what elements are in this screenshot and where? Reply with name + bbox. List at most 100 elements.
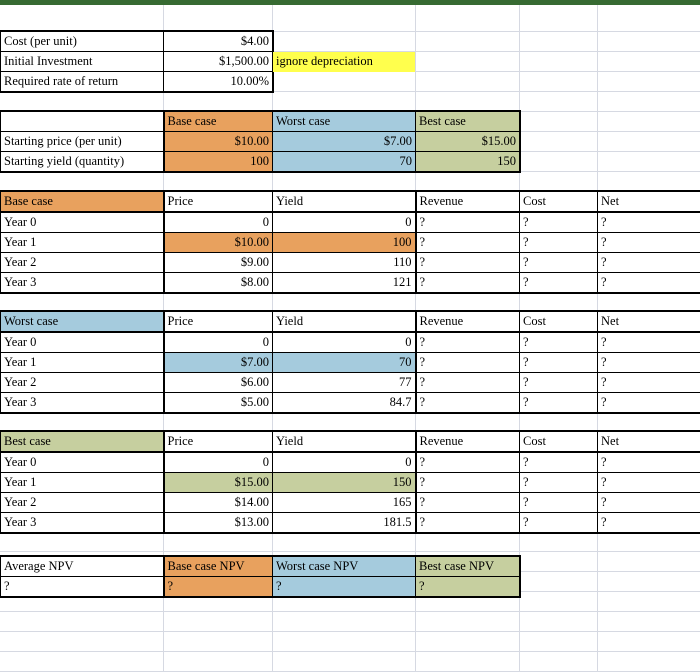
base-price-year0[interactable]: 0: [162, 211, 273, 233]
worst-yield-year1[interactable]: 70: [272, 352, 416, 373]
base-yield-year3[interactable]: 121: [272, 272, 416, 293]
worst-revenue-year3[interactable]: ?: [414, 392, 520, 413]
column-header-yield: Yield: [272, 311, 416, 333]
column-header-net: Net: [597, 191, 700, 213]
best-revenue-year0[interactable]: ?: [414, 451, 520, 473]
table-row: Year 2 $14.00 165 ? ? ?: [0, 492, 700, 513]
npv-value-average[interactable]: ?: [0, 576, 164, 597]
base-revenue-year0[interactable]: ?: [414, 211, 520, 233]
best-yield-year1[interactable]: 150: [272, 472, 416, 493]
worst-net-year2[interactable]: ?: [597, 372, 700, 393]
scenario-best-starting-yield[interactable]: 150: [415, 151, 520, 172]
worst-cost-year0[interactable]: ?: [519, 331, 598, 353]
base-cost-year3[interactable]: ?: [519, 272, 598, 293]
worst-yield-year2[interactable]: 77: [272, 372, 416, 393]
base-price-year3[interactable]: $8.00: [162, 272, 273, 293]
scenario-base-starting-price[interactable]: $10.00: [162, 131, 273, 152]
worst-price-year0[interactable]: 0: [162, 331, 273, 353]
base-row-label-year2: Year 2: [0, 252, 164, 273]
worst-cost-year2[interactable]: ?: [519, 372, 598, 393]
best-net-year3[interactable]: ?: [597, 512, 700, 533]
base-revenue-year1[interactable]: ?: [414, 232, 520, 253]
base-net-year3[interactable]: ?: [597, 272, 700, 293]
best-net-year0[interactable]: ?: [597, 451, 700, 473]
best-price-year1[interactable]: $15.00: [162, 472, 273, 493]
base-net-year0[interactable]: ?: [597, 211, 700, 233]
best-row-label-year1: Year 1: [0, 472, 164, 493]
scenario-worst-starting-price[interactable]: $7.00: [272, 131, 416, 152]
npv-header-best: Best case NPV: [415, 556, 520, 577]
worst-revenue-year1[interactable]: ?: [414, 352, 520, 373]
best-yield-year2[interactable]: 165: [272, 492, 416, 513]
worst-row-label-year0: Year 0: [0, 331, 164, 353]
best-net-year2[interactable]: ?: [597, 492, 700, 513]
scenario-header-base: Base case: [162, 111, 273, 132]
worst-yield-year0[interactable]: 0: [272, 331, 416, 353]
npv-value-worst[interactable]: ?: [272, 576, 416, 597]
worst-revenue-year0[interactable]: ?: [414, 331, 520, 353]
best-yield-year0[interactable]: 0: [272, 451, 416, 473]
assumption-value-initial-investment[interactable]: $1,500.00: [163, 51, 273, 72]
base-cost-year1[interactable]: ?: [519, 232, 598, 253]
assumption-value-cost[interactable]: $4.00: [163, 31, 273, 52]
scenario-inputs-table: Base case Worst case Best case Starting …: [0, 110, 521, 173]
best-price-year2[interactable]: $14.00: [162, 492, 273, 513]
worst-net-year0[interactable]: ?: [597, 331, 700, 353]
best-price-year0[interactable]: 0: [162, 451, 273, 473]
scenario-label-starting-price: Starting price (per unit): [0, 131, 164, 152]
column-header-price: Price: [162, 311, 273, 333]
worst-revenue-year2[interactable]: ?: [414, 372, 520, 393]
best-cost-year2[interactable]: ?: [519, 492, 598, 513]
npv-value-base[interactable]: ?: [162, 576, 273, 597]
npv-value-best[interactable]: ?: [415, 576, 520, 597]
column-header-cost: Cost: [519, 191, 598, 213]
best-revenue-year3[interactable]: ?: [414, 512, 520, 533]
base-cost-year2[interactable]: ?: [519, 252, 598, 273]
scenario-header-blank: [0, 111, 164, 132]
column-header-cost: Cost: [519, 311, 598, 333]
table-row: Year 0 0 0 ? ? ?: [0, 451, 700, 473]
worst-price-year3[interactable]: $5.00: [162, 392, 273, 413]
table-row: Year 2 $6.00 77 ? ? ?: [0, 372, 700, 393]
base-revenue-year3[interactable]: ?: [414, 272, 520, 293]
best-net-year1[interactable]: ?: [597, 472, 700, 493]
column-header-revenue: Revenue: [414, 431, 520, 453]
best-revenue-year2[interactable]: ?: [414, 492, 520, 513]
best-yield-year3[interactable]: 181.5: [272, 512, 416, 533]
base-case-title: Base case: [0, 191, 164, 213]
best-price-year3[interactable]: $13.00: [162, 512, 273, 533]
worst-price-year1[interactable]: $7.00: [162, 352, 273, 373]
table-row: Cost (per unit) $4.00: [0, 31, 273, 52]
table-row: Year 0 0 0 ? ? ?: [0, 211, 700, 233]
assumptions-table: Cost (per unit) $4.00 Initial Investment…: [0, 30, 274, 93]
worst-row-label-year2: Year 2: [0, 372, 164, 393]
worst-net-year1[interactable]: ?: [597, 352, 700, 373]
base-cost-year0[interactable]: ?: [519, 211, 598, 233]
assumption-value-required-rate[interactable]: 10.00%: [163, 71, 273, 92]
table-header-row: Average NPV Base case NPV Worst case NPV…: [0, 556, 520, 577]
base-price-year2[interactable]: $9.00: [162, 252, 273, 273]
best-row-label-year0: Year 0: [0, 451, 164, 473]
base-net-year1[interactable]: ?: [597, 232, 700, 253]
base-net-year2[interactable]: ?: [597, 252, 700, 273]
base-yield-year1[interactable]: 100: [272, 232, 416, 253]
column-header-net: Net: [597, 311, 700, 333]
base-yield-year0[interactable]: 0: [272, 211, 416, 233]
worst-yield-year3[interactable]: 84.7: [272, 392, 416, 413]
scenario-best-starting-price[interactable]: $15.00: [415, 131, 520, 152]
best-cost-year3[interactable]: ?: [519, 512, 598, 533]
table-row: Year 1 $7.00 70 ? ? ?: [0, 352, 700, 373]
scenario-worst-starting-yield[interactable]: 70: [272, 151, 416, 172]
worst-net-year3[interactable]: ?: [597, 392, 700, 413]
worst-cost-year1[interactable]: ?: [519, 352, 598, 373]
base-yield-year2[interactable]: 110: [272, 252, 416, 273]
best-cost-year0[interactable]: ?: [519, 451, 598, 473]
worst-price-year2[interactable]: $6.00: [162, 372, 273, 393]
npv-header-worst: Worst case NPV: [272, 556, 416, 577]
best-cost-year1[interactable]: ?: [519, 472, 598, 493]
scenario-base-starting-yield[interactable]: 100: [162, 151, 273, 172]
worst-cost-year3[interactable]: ?: [519, 392, 598, 413]
base-revenue-year2[interactable]: ?: [414, 252, 520, 273]
base-price-year1[interactable]: $10.00: [162, 232, 273, 253]
best-revenue-year1[interactable]: ?: [414, 472, 520, 493]
